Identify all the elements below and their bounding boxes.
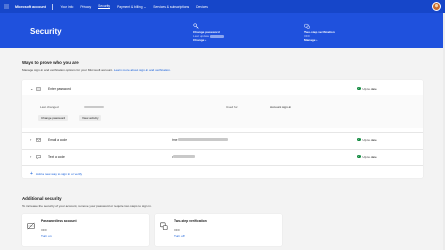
section-title: Additional security — [22, 196, 62, 201]
page-title: Security — [30, 27, 62, 36]
password-icon — [36, 86, 41, 91]
nav-payment-billing[interactable]: Payment & billing ⌄ — [117, 5, 146, 9]
key-icon — [193, 23, 199, 29]
mail-icon — [36, 137, 41, 142]
view-activity-button[interactable]: View activity — [79, 115, 102, 121]
method-label: Enter password — [48, 86, 71, 91]
used-for-label: Used for — [226, 105, 238, 109]
check-icon: ✓ — [357, 154, 361, 159]
two-step-icon — [160, 222, 168, 230]
plus-icon: + — [30, 170, 33, 177]
card-title: Two-step verification — [174, 219, 207, 223]
card-title: Passwordless account — [41, 219, 77, 223]
section-subtitle: Manage sign-in and verification options … — [22, 68, 288, 72]
redacted-phone — [173, 155, 196, 158]
method-label: Email a code — [48, 137, 68, 142]
status-badge: ✓ Up to date — [357, 138, 377, 142]
add-sign-in-method-link[interactable]: + Add a new way to sign in or verify — [30, 170, 83, 177]
chevron-down-icon[interactable]: ⌄ — [30, 86, 33, 91]
method-row-text[interactable]: › Text a code • ✓ Up to date — [22, 150, 423, 163]
section-subtitle-text: Manage sign-in and verification options … — [22, 68, 113, 72]
redacted-date — [84, 105, 104, 109]
chevron-right-icon[interactable]: › — [30, 154, 31, 159]
card-state: OFF — [41, 228, 48, 232]
method-row-email[interactable]: › Email a code tme ✓ Up to date — [22, 133, 423, 146]
passwordless-card[interactable]: Passwordless account OFF Turn on — [22, 214, 149, 246]
status-text: Up to date — [362, 86, 377, 91]
nav-divider — [51, 3, 53, 10]
redacted-email — [177, 138, 228, 141]
security-hero: Security Change password Last update Cha… — [0, 13, 445, 48]
additional-security-section: Additional security To increase the secu… — [22, 196, 322, 208]
chat-icon — [36, 154, 41, 159]
nav-your-info[interactable]: Your info — [60, 5, 73, 9]
section-subtitle: To increase the security of your account… — [22, 204, 152, 208]
add-link-text: Add a new way to sign in or verify — [35, 172, 83, 176]
status-text: Up to date — [362, 154, 377, 159]
used-for-value: Account sign-in — [270, 105, 292, 109]
avatar[interactable] — [432, 2, 441, 11]
nav-services-subscriptions[interactable]: Services & subscriptions — [153, 5, 189, 9]
check-icon: ✓ — [357, 86, 361, 91]
app-launcher-icon[interactable] — [0, 0, 13, 13]
method-detail: • — [172, 155, 196, 159]
method-detail: tme — [172, 138, 228, 142]
nav-devices[interactable]: Devices — [196, 5, 208, 9]
method-row-password[interactable]: ⌄ Enter password ✓ Up to date — [22, 82, 423, 95]
nav-privacy[interactable]: Privacy — [80, 5, 91, 9]
last-changed-label: Last changed — [40, 105, 59, 109]
password-details-panel: Last changed Used for Account sign-in Ch… — [22, 95, 423, 128]
change-password-button[interactable]: Change password — [38, 115, 69, 121]
two-step-card[interactable]: Two-step verification OFF Turn off — [155, 214, 282, 246]
change-password-link[interactable]: Change › — [193, 38, 224, 42]
status-badge: ✓ Up to date — [357, 155, 377, 159]
turn-on-link[interactable]: Turn on — [41, 234, 52, 238]
method-detail-text: tme — [172, 137, 178, 142]
card-state: OFF — [174, 228, 181, 232]
passwordless-icon — [27, 222, 35, 230]
top-navigation-bar: Microsoft account Your info Privacy Secu… — [0, 0, 445, 13]
manage-two-step-link[interactable]: Manage › — [304, 38, 335, 42]
method-label: Text a code — [48, 154, 65, 159]
check-icon: ✓ — [357, 137, 361, 142]
nav-security[interactable]: Security — [98, 4, 111, 10]
section-title: Ways to prove who you are — [22, 60, 79, 65]
ways-to-prove-section: Ways to prove who you are Manage sign-in… — [22, 60, 288, 72]
status-badge: ✓ Up to date — [357, 87, 377, 91]
turn-off-link[interactable]: Turn off — [174, 234, 185, 238]
change-password-summary: Change password Last update Change › — [193, 23, 225, 42]
two-step-summary: Two-step verification OFF Manage › — [304, 23, 335, 42]
shield-lock-icon — [304, 23, 310, 29]
chevron-right-icon[interactable]: › — [30, 137, 31, 142]
redacted-date — [210, 35, 225, 38]
brand-name[interactable]: Microsoft account — [15, 5, 46, 9]
status-text: Up to date — [362, 137, 377, 142]
learn-more-link[interactable]: Learn more about sign-in and verificatio… — [114, 68, 171, 72]
